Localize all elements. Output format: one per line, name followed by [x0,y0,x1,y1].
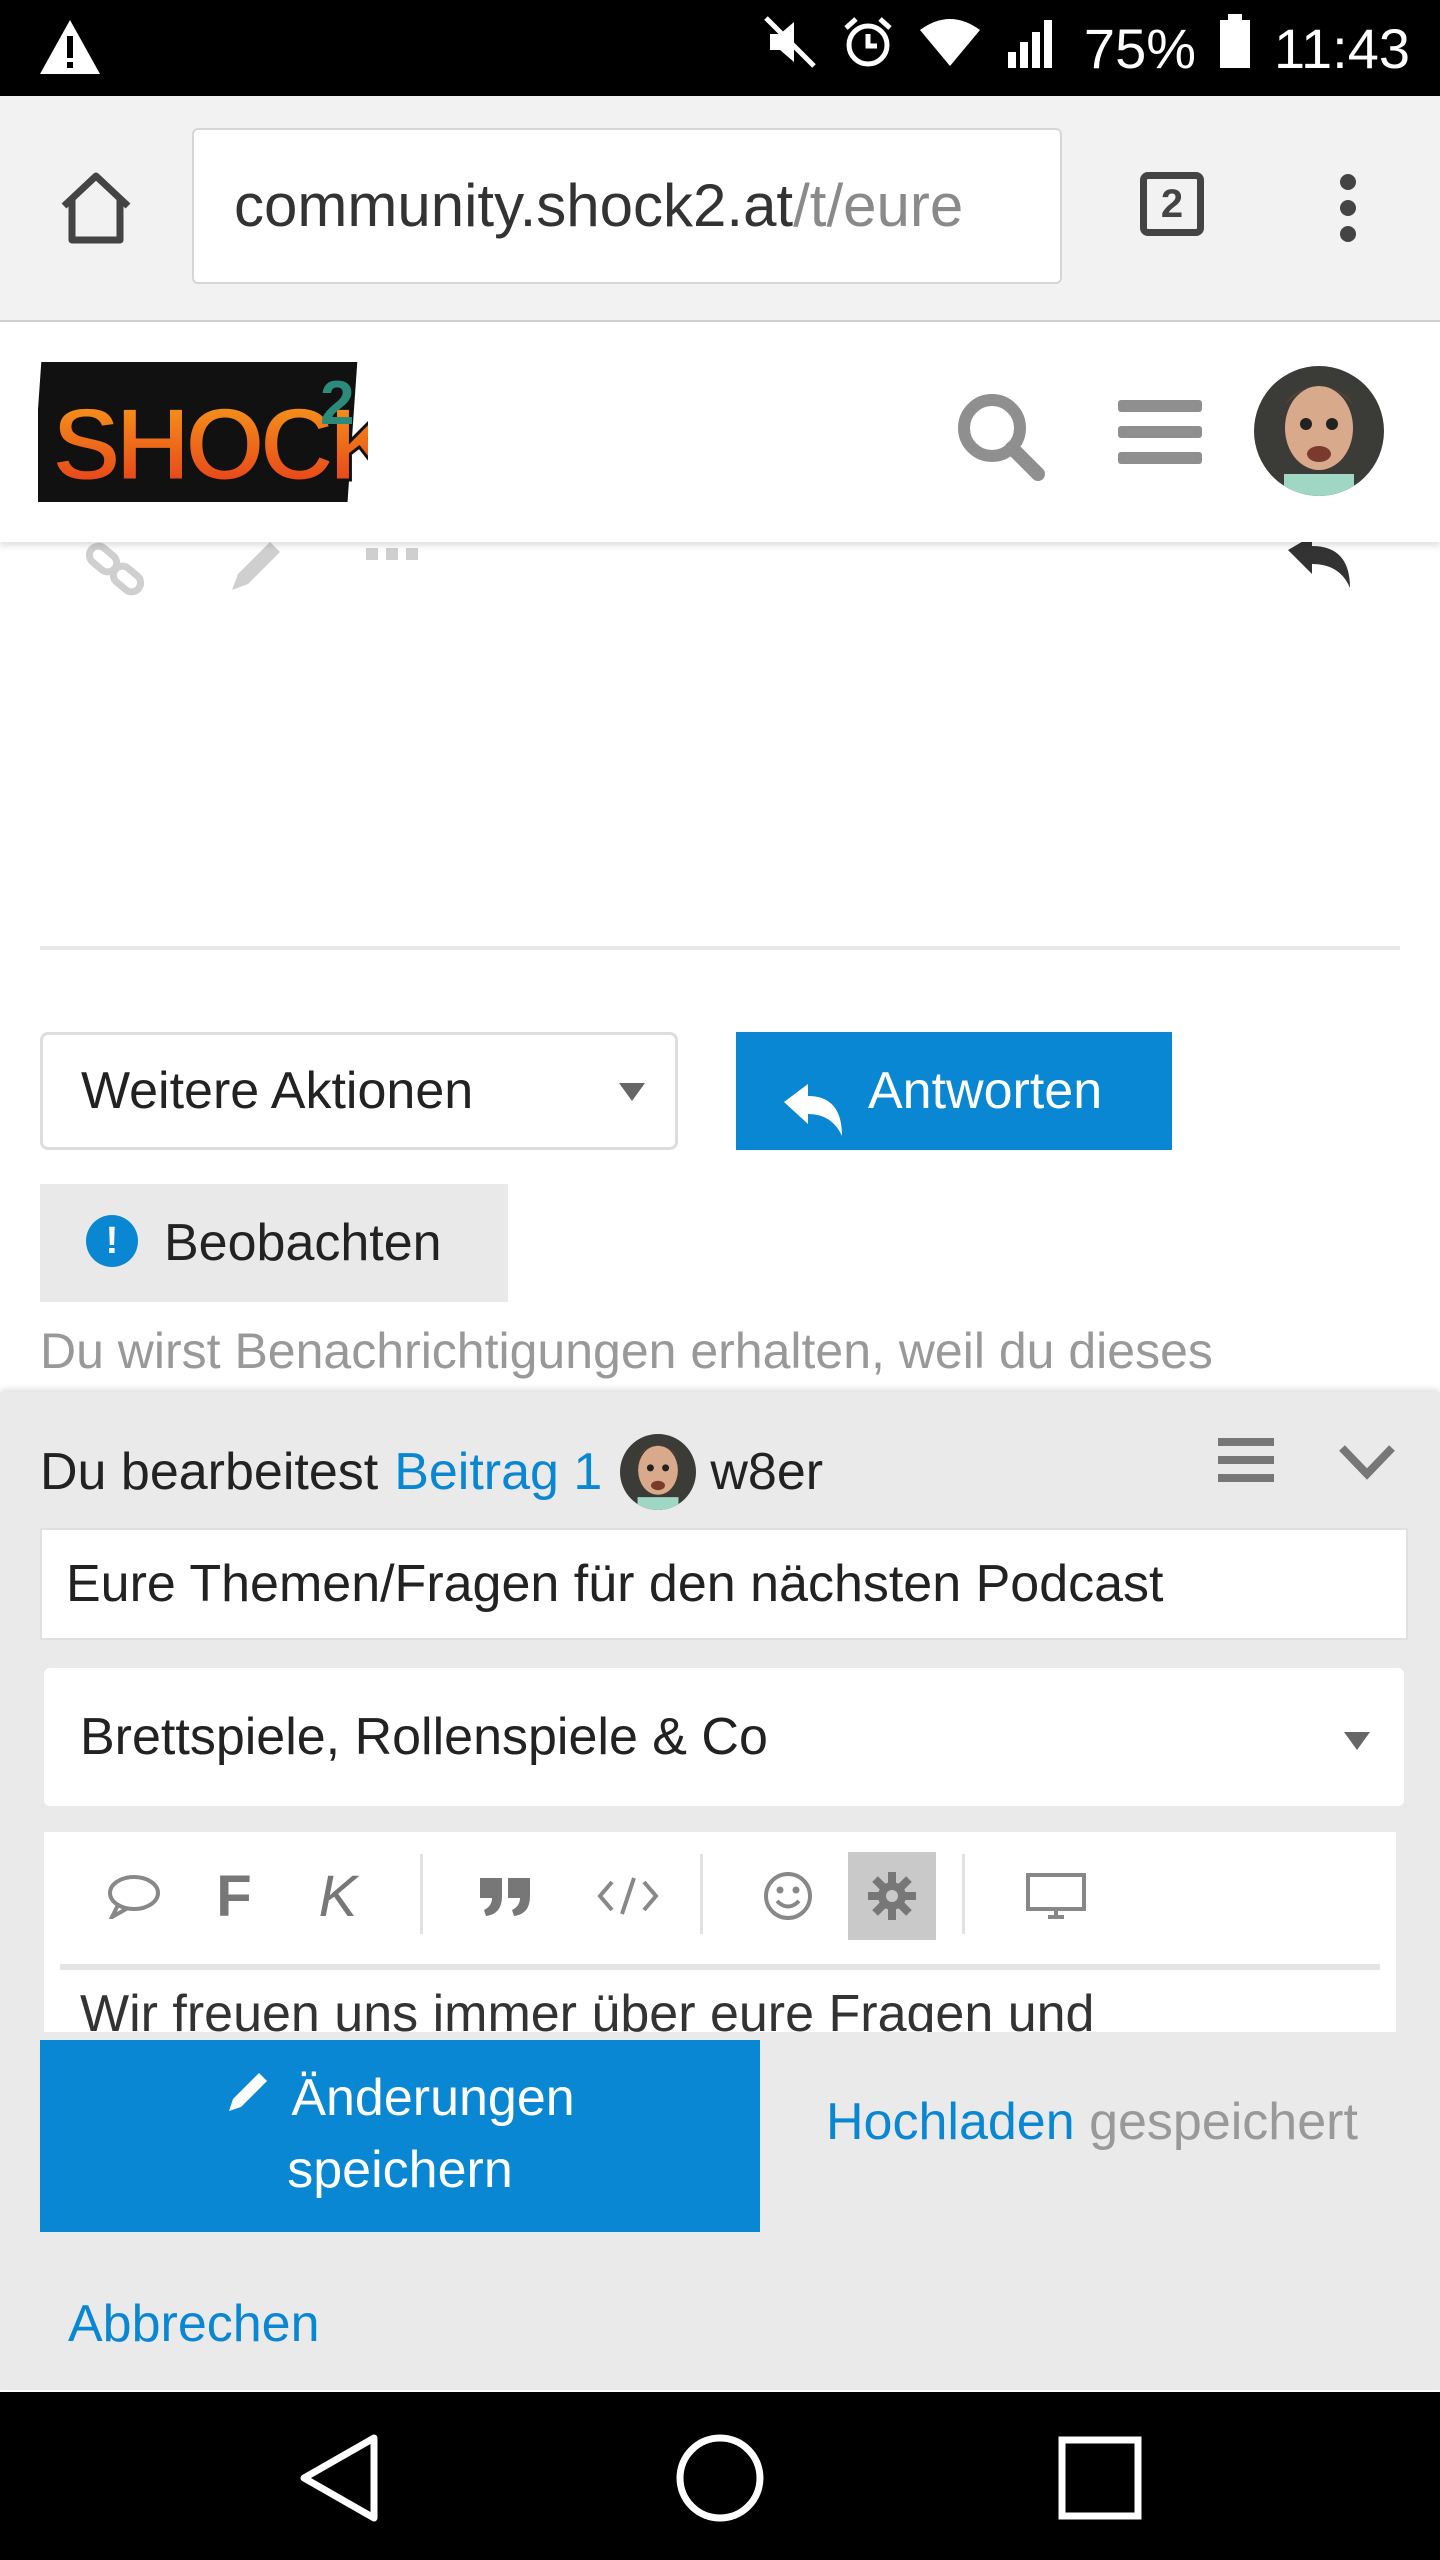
upload-status: Hochladen gespeichert [826,2092,1358,2152]
editor[interactable]: F K Wir freuen uns immer über eure Frage… [44,1832,1396,2032]
user-avatar[interactable] [1254,366,1384,496]
code-icon[interactable] [588,1860,668,1932]
save-label-line2: speichern [287,2141,513,2199]
mute-icon [762,14,818,83]
italic-button[interactable]: K [306,1860,370,1932]
topic-title-input[interactable] [40,1528,1408,1640]
signal-icon [1004,14,1062,83]
more-actions-label: Weitere Aktionen [81,1062,474,1120]
reply-arrow-icon[interactable] [1284,536,1354,597]
notification-reason-text: Du wirst Benachrichtigungen erhalten, we… [40,1323,1213,1379]
system-navigation-bar [0,2392,1440,2560]
editor-toolbar: F K [44,1832,1396,1960]
cancel-link[interactable]: Abbrechen [68,2294,320,2354]
battery-percent: 75% [1083,17,1197,80]
more-dots-icon[interactable] [364,546,424,567]
back-icon[interactable] [296,2432,380,2529]
category-label: Brettspiele, Rollenspiele & Co [80,1708,768,1766]
search-icon[interactable] [954,390,1046,487]
save-label-line1: Änderungen [291,2069,575,2127]
italic-label: K [318,1863,358,1929]
gear-icon[interactable] [848,1852,936,1940]
category-select[interactable]: Brettspiele, Rollenspiele & Co [44,1668,1404,1806]
save-changes-button[interactable]: Änderungen speichern [40,2040,760,2232]
tab-switcher-button[interactable]: 2 [1140,172,1204,236]
chevron-down-icon [1344,1732,1370,1750]
warning-icon [38,18,102,81]
wifi-icon [918,16,982,81]
exclamation-icon: ! [86,1215,138,1267]
edit-pencil-icon[interactable] [226,536,286,601]
post-link[interactable]: Beitrag 1 [394,1442,602,1502]
editing-prefix: Du bearbeitest [40,1443,379,1501]
collapse-chevron-icon[interactable] [1338,1444,1396,1485]
chevron-down-icon [619,1083,645,1101]
home-icon[interactable] [56,170,136,251]
hamburger-menu-icon[interactable] [1118,396,1202,473]
toolbar-separator [962,1854,965,1934]
editor-divider [60,1964,1380,1970]
url-bar[interactable]: community.shock2.at/t/eure [192,128,1062,284]
preview-monitor-icon[interactable] [1020,1860,1092,1932]
battery-icon [1218,14,1252,83]
site-logo[interactable]: SHOCK 2 [31,352,411,512]
reply-button[interactable]: Antworten [736,1032,1172,1150]
emoji-icon[interactable] [756,1860,820,1932]
editor-body-text[interactable]: Wir freuen uns immer über eure Fragen un… [80,1978,1094,2032]
post-divider [40,946,1400,950]
svg-text:2: 2 [320,369,354,438]
clock: 11:43 [1274,17,1410,80]
toolbar-separator [420,1854,423,1934]
watch-label: Beobachten [164,1214,442,1272]
author-username[interactable]: w8er [710,1442,823,1502]
composer-menu-icon[interactable] [1218,1436,1274,1489]
pencil-icon [225,2062,273,2134]
saved-indicator: gespeichert [1089,2093,1358,2151]
author-avatar[interactable] [620,1434,697,1510]
site-header: SHOCK 2 [0,322,1440,542]
overflow-menu-icon[interactable] [1336,174,1360,247]
url-path: /t/eure [793,172,964,239]
bold-label: F [216,1863,252,1929]
recents-square-icon[interactable] [1058,2436,1142,2525]
link-icon[interactable] [84,540,148,605]
reply-label: Antworten [868,1062,1103,1120]
browser-toolbar: community.shock2.at/t/eure 2 [0,96,1440,322]
url-domain: community.shock2.at [234,172,794,239]
toolbar-separator [700,1854,703,1934]
alarm-icon [840,14,896,83]
more-actions-dropdown[interactable]: Weitere Aktionen [40,1032,678,1150]
home-circle-icon[interactable] [676,2434,764,2527]
blockquote-icon[interactable] [474,1860,538,1932]
composer-header: Du bearbeitest Beitrag 1 w8er [40,1434,823,1510]
bold-button[interactable]: F [202,1860,266,1932]
reply-icon [782,1062,844,1180]
status-bar: 75% 11:43 [0,0,1440,96]
quote-bubble-icon[interactable] [102,1860,166,1932]
composer-panel: Du bearbeitest Beitrag 1 w8er Brettspiel… [0,1392,1440,2390]
post-actions [70,530,1370,610]
upload-link[interactable]: Hochladen [826,2093,1075,2151]
tab-count: 2 [1160,182,1184,226]
